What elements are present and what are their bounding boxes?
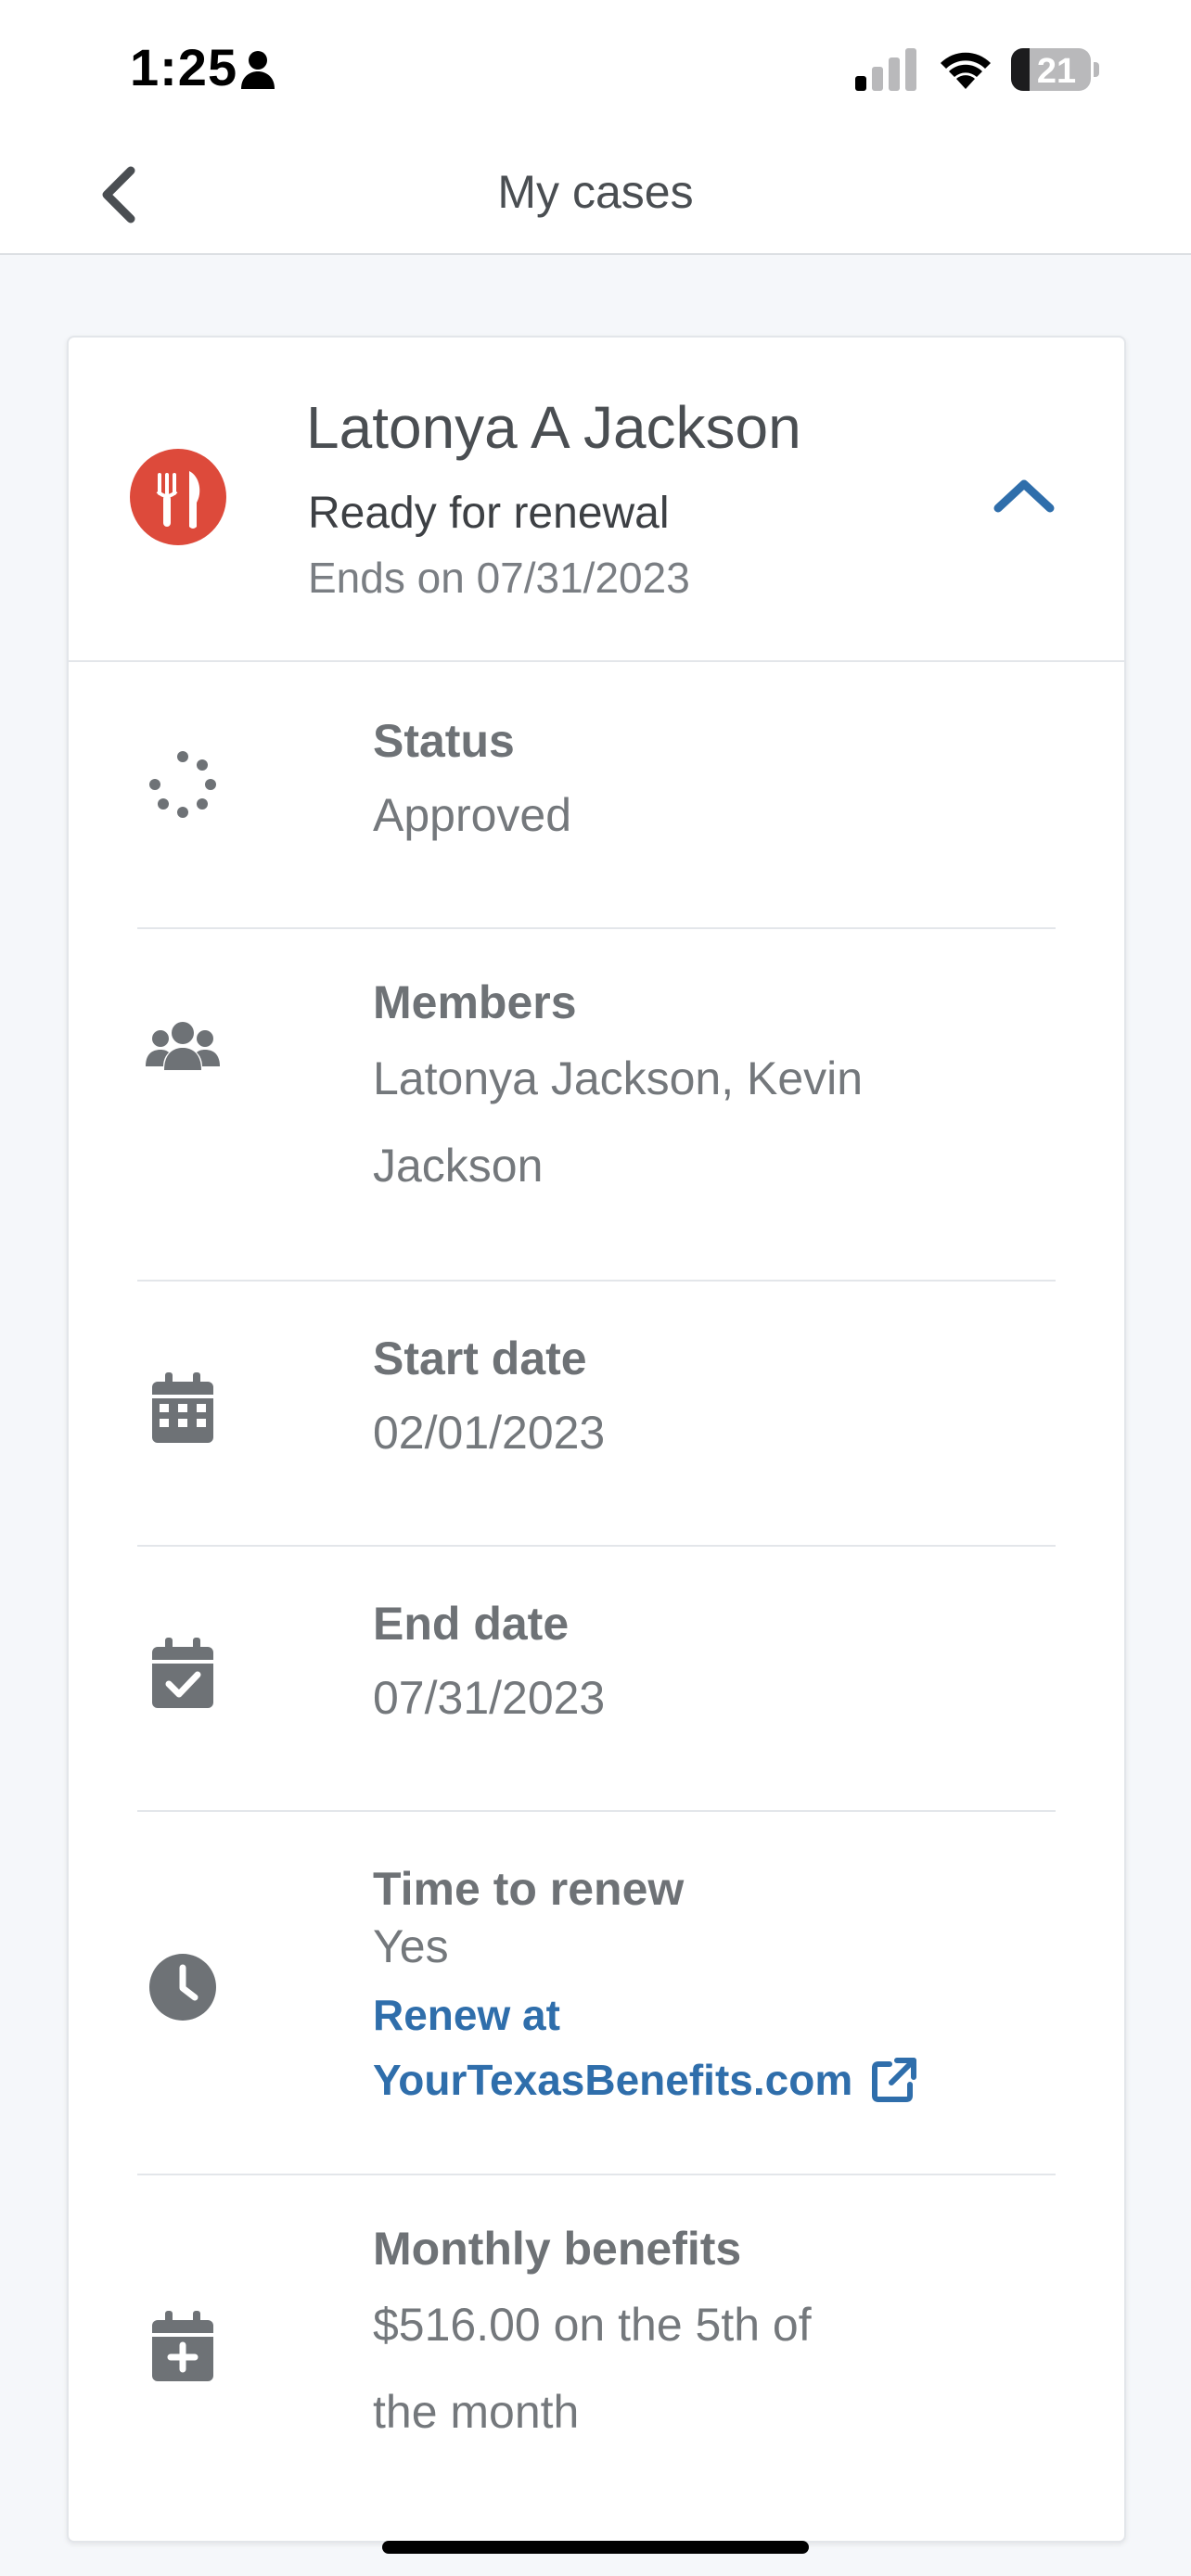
users-icon <box>137 1018 228 1074</box>
end-date-label: End date <box>373 1598 570 1650</box>
members-value-line1: Latonya Jackson, Kevin <box>373 1052 864 1104</box>
fork-knife-icon <box>156 471 200 529</box>
members-row: Members Latonya Jackson, Kevin Jackson <box>137 927 1056 1282</box>
time-to-renew-value: Yes <box>373 1920 449 1972</box>
status-label: Status <box>373 715 515 767</box>
end-date-value: 07/31/2023 <box>373 1672 606 1724</box>
renew-link-line2-wrap: YourTexasBenefits.com <box>373 2047 917 2112</box>
case-status-text: Ready for renewal <box>308 489 670 538</box>
case-end-text: Ends on 07/31/2023 <box>308 554 690 602</box>
start-date-value: 02/01/2023 <box>373 1407 606 1459</box>
page-title: My cases <box>497 166 694 218</box>
calendar-plus-icon <box>137 2311 228 2381</box>
case-card: Latonya A Jackson Ready for renewal Ends… <box>67 336 1126 2543</box>
chevron-up-icon <box>993 479 1055 513</box>
spinner-icon <box>137 747 228 822</box>
monthly-benefits-value-line1: $516.00 on the 5th of <box>373 2299 812 2351</box>
monthly-benefits-value-line2: the month <box>373 2386 580 2438</box>
time-to-renew-row: Time to renew Yes Renew at YourTexasBene… <box>137 1810 1056 2175</box>
clock-icon <box>137 1953 228 2021</box>
case-type-badge <box>130 449 226 545</box>
nav-bar: My cases <box>0 139 1191 255</box>
wifi-icon <box>941 52 991 89</box>
renew-link-line1: Renew at <box>373 1991 560 2039</box>
person-icon <box>241 51 275 89</box>
end-date-row: End date 07/31/2023 <box>137 1545 1056 1812</box>
signal-icon <box>855 48 916 91</box>
renew-link[interactable]: Renew at YourTexasBenefits.com <box>373 1983 917 2112</box>
status-value: Approved <box>373 789 572 841</box>
monthly-benefits-label: Monthly benefits <box>373 2223 742 2275</box>
renew-link-line2: YourTexasBenefits.com <box>373 2056 853 2104</box>
external-link-icon <box>872 2057 917 2102</box>
case-card-header[interactable]: Latonya A Jackson Ready for renewal Ends… <box>69 338 1124 662</box>
battery-indicator: 21 <box>1011 48 1100 91</box>
start-date-row: Start date 02/01/2023 <box>137 1280 1056 1547</box>
calendar-check-icon <box>137 1638 228 1708</box>
home-indicator[interactable] <box>382 2541 809 2554</box>
start-date-label: Start date <box>373 1333 587 1384</box>
members-value-line2: Jackson <box>373 1140 544 1192</box>
status-row: Status Approved <box>137 662 1056 929</box>
status-time: 1:25 <box>130 38 238 96</box>
calendar-icon <box>137 1372 228 1443</box>
status-bar: 1:25 21 <box>0 0 1191 139</box>
battery-level: 21 <box>1036 52 1077 91</box>
case-holder-name: Latonya A Jackson <box>306 394 801 461</box>
collapse-button[interactable] <box>987 467 1061 523</box>
monthly-benefits-row: Monthly benefits $516.00 on the 5th of t… <box>137 2174 1056 2526</box>
members-label: Members <box>373 976 577 1028</box>
